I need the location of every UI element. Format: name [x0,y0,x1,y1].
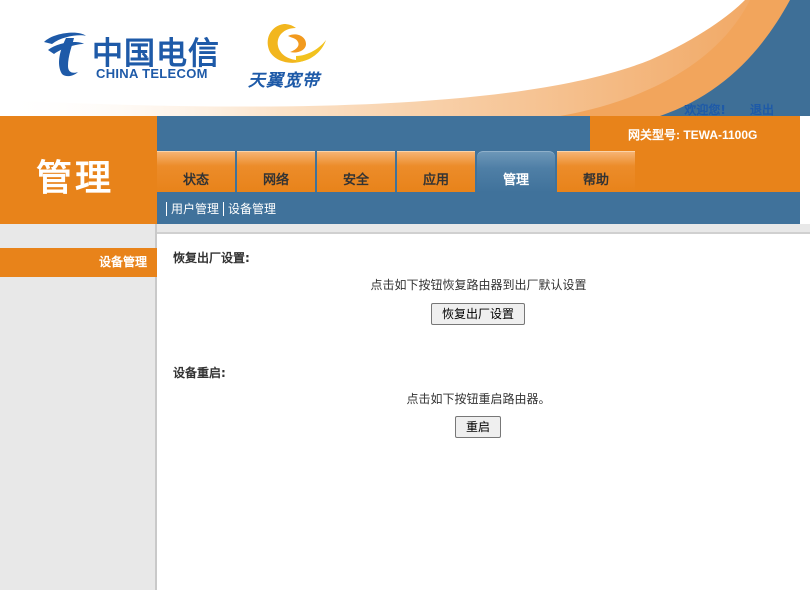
subnav-device-management[interactable]: 设备管理 [223,202,281,216]
subbrand-name: 天翼宽带 [248,71,320,91]
tab-network[interactable]: 网络 [237,151,315,192]
reboot-button[interactable]: 重启 [455,416,501,438]
header: 中国电信 CHINA TELECOM 天翼宽带 欢迎您! 退出 [0,0,810,116]
reboot-title: 设备重启: [173,366,226,380]
tianyi-logo-icon [267,24,326,63]
top-links: 欢迎您! 退出 [664,101,774,116]
sidebar [0,232,155,590]
tab-help[interactable]: 帮助 [557,151,635,192]
sub-nav: 用户管理 设备管理 [166,200,281,217]
tab-security[interactable]: 安全 [317,151,395,192]
main-content: 恢复出厂设置: 点击如下按钮恢复路由器到出厂默认设置 恢复出厂设置 设备重启: … [157,232,810,592]
reboot-description: 点击如下按钮重启路由器。 [406,392,551,406]
model-label: 网关型号: TEWA-1100G [628,128,758,142]
page-title: 管理 [35,158,114,199]
tab-management[interactable]: 管理 [477,151,555,192]
subnav-user-management[interactable]: 用户管理 [166,202,224,216]
factory-reset-description: 点击如下按钮恢复路由器到出厂默认设置 [370,278,587,292]
main-tabs: 状态 网络 安全 应用 管理 帮助 [157,151,637,192]
logout-link[interactable]: 退出 [750,103,774,116]
tab-application[interactable]: 应用 [397,151,475,192]
sidebar-item-device-management[interactable]: 设备管理 [0,248,157,277]
factory-reset-title: 恢复出厂设置: [173,251,250,265]
welcome-link[interactable]: 欢迎您! [684,103,725,116]
brand-name-en: CHINA TELECOM [96,66,208,81]
china-telecom-logo-icon [44,32,86,77]
divider-strip [0,224,810,232]
tab-status[interactable]: 状态 [157,151,235,192]
factory-reset-button[interactable]: 恢复出厂设置 [431,303,525,325]
